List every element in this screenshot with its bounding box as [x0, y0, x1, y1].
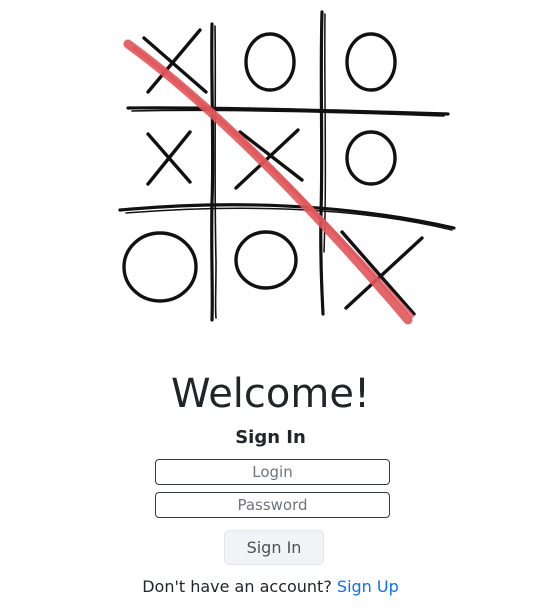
- mark-o: [122, 231, 198, 303]
- board-drawing: [118, 10, 456, 325]
- mark-o: [345, 130, 397, 186]
- signup-prompt: Don't have an account? Sign Up: [0, 576, 541, 598]
- mark-x: [234, 128, 304, 190]
- grid-line-v1b: [214, 25, 217, 319]
- sign-in-button[interactable]: Sign In: [224, 530, 324, 565]
- mark-x: [146, 130, 192, 186]
- sign-in-title: Sign In: [235, 427, 306, 448]
- sign-up-link[interactable]: Sign Up: [337, 577, 399, 596]
- welcome-heading: Welcome!: [170, 371, 370, 417]
- mark-o: [244, 32, 296, 92]
- login-input[interactable]: [155, 459, 390, 485]
- mark-o: [234, 230, 298, 290]
- signup-prompt-text: Don't have an account?: [142, 577, 332, 596]
- winning-strike: [123, 39, 414, 325]
- board-grid: [118, 10, 456, 322]
- password-input[interactable]: [155, 492, 390, 518]
- grid-line-v2b: [323, 13, 327, 253]
- grid-line-v1: [210, 22, 215, 322]
- mark-x: [340, 230, 424, 316]
- tic-tac-toe-illustration: [108, 2, 464, 328]
- mark-o: [345, 32, 397, 92]
- grid-line-v2: [319, 10, 325, 316]
